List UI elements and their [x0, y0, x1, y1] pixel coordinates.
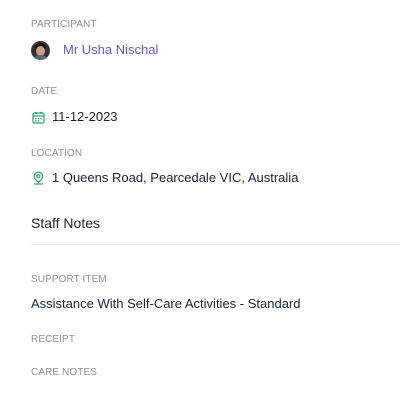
support-item-value: Assistance With Self-Care Activities - S… — [31, 296, 301, 311]
location-pin-icon — [31, 171, 45, 185]
shift-details-panel: PARTICIPANT Mr Usha Nischal DATE 11-12-2… — [0, 0, 400, 400]
date-row: 11-12-2023 — [31, 107, 118, 127]
date-label: DATE — [31, 86, 58, 97]
support-item-label: SUPPORT ITEM — [31, 274, 107, 285]
location-row: 1 Queens Road, Pearcedale VIC, Australia — [31, 168, 298, 188]
calendar-icon — [31, 110, 45, 124]
avatar — [31, 40, 50, 60]
support-item-row: Assistance With Self-Care Activities - S… — [31, 294, 301, 314]
participant-row[interactable]: Mr Usha Nischal — [31, 40, 158, 60]
care-notes-label: CARE NOTES — [31, 367, 98, 378]
location-value: 1 Queens Road, Pearcedale VIC, Australia — [52, 170, 299, 185]
receipt-label: RECEIPT — [31, 334, 76, 345]
participant-name-link[interactable]: Mr Usha Nischal — [63, 42, 158, 58]
participant-label: PARTICIPANT — [31, 19, 97, 30]
location-label: LOCATION — [31, 148, 83, 159]
date-value: 11-12-2023 — [52, 109, 118, 124]
section-divider — [31, 244, 400, 245]
staff-notes-title: Staff Notes — [31, 215, 101, 231]
